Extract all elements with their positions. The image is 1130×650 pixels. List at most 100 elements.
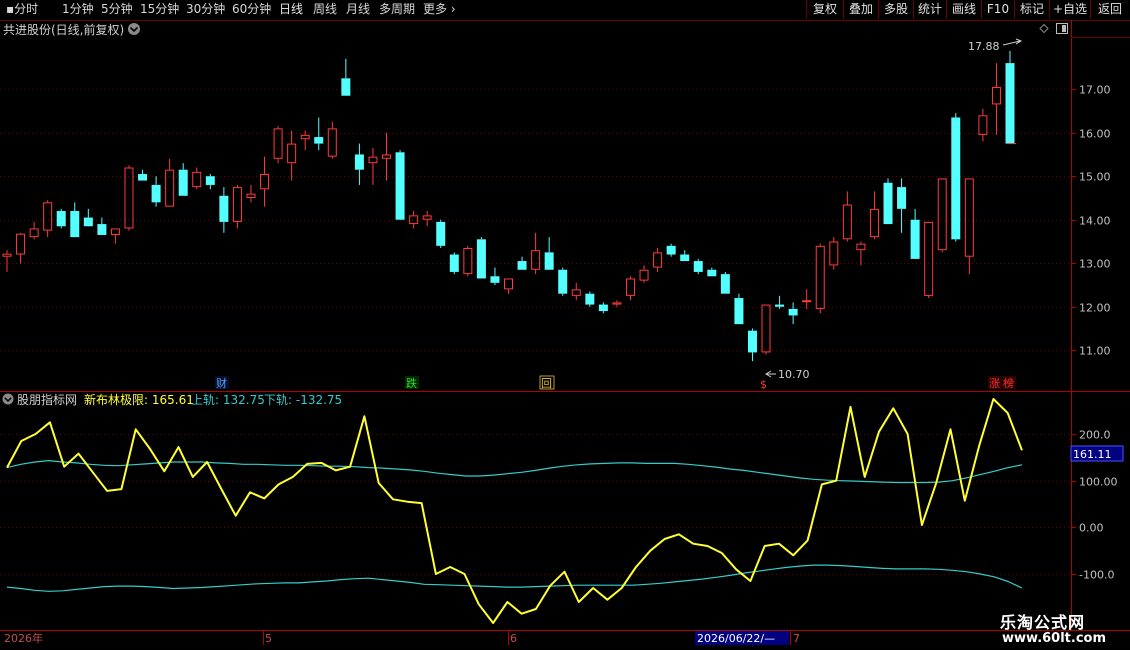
indicator-tick-label: 200.0	[1079, 429, 1111, 442]
indicator-tick-label: 100.00	[1079, 476, 1118, 489]
candle	[924, 221, 934, 299]
candle	[910, 208, 920, 259]
candle	[260, 156, 270, 207]
svg-text:161.11: 161.11	[1073, 448, 1112, 461]
indicator-line	[6, 398, 1023, 624]
cursor-date-label: 2026/06/22/—	[697, 632, 775, 645]
candle	[43, 200, 53, 238]
candle-body	[409, 215, 419, 225]
price-tick-label: 12.00	[1079, 302, 1111, 315]
candle	[720, 271, 730, 294]
window-toggle-icon[interactable]	[1056, 23, 1068, 34]
event-marker-dollar[interactable]: $	[760, 378, 767, 391]
candle	[300, 130, 310, 151]
candle	[883, 178, 893, 225]
candle-body	[680, 254, 690, 262]
candle-body	[436, 221, 446, 246]
candlestick-series	[2, 50, 1016, 362]
candle-body	[178, 169, 188, 196]
candle-body	[490, 276, 500, 283]
time-axis: 2026年 5 6 2026/06/22/— 7	[4, 631, 800, 645]
candle-body	[16, 233, 26, 255]
candle	[476, 237, 486, 279]
candle-body	[666, 245, 676, 255]
candle-body	[897, 187, 907, 209]
candle-body	[124, 167, 134, 229]
stock-chart[interactable]: 共进股份(日线,前复权) 17.00 16.00 15.00 14.00 13.00 12…	[0, 0, 1130, 650]
candle	[449, 252, 459, 275]
candle-body	[368, 156, 378, 164]
event-marker-buyback[interactable]: 回	[539, 375, 555, 390]
candle	[747, 328, 757, 362]
candle	[802, 289, 812, 309]
candle-body	[354, 154, 364, 170]
candle	[29, 221, 39, 240]
candle	[775, 295, 785, 309]
candle	[653, 248, 663, 272]
price-axis: 17.00 16.00 15.00 14.00 13.00 12.00 11.00	[1071, 84, 1111, 358]
candle-body	[829, 241, 839, 266]
candle-body	[110, 228, 120, 235]
candle	[829, 237, 839, 270]
candle	[666, 243, 676, 257]
candle	[382, 132, 392, 181]
candle	[517, 256, 527, 270]
indicator-menu-icon[interactable]	[2, 393, 14, 405]
candle-body	[775, 304, 785, 307]
candle	[761, 304, 771, 355]
candle-body	[978, 115, 988, 135]
candle-body	[883, 182, 893, 225]
candle-body	[192, 171, 202, 188]
candle-body	[2, 253, 12, 257]
candle	[856, 241, 866, 266]
svg-text:涨: 涨	[989, 377, 1000, 390]
candle-body	[219, 195, 229, 222]
price-tick-label: 14.00	[1079, 215, 1111, 228]
candle	[2, 250, 12, 272]
candle	[585, 291, 595, 307]
time-label-year: 2026年	[4, 631, 43, 645]
candle	[1005, 50, 1015, 144]
candle-body	[869, 208, 879, 238]
candle-body	[29, 228, 39, 238]
title-dropdown-icon[interactable]	[128, 23, 140, 35]
price-tick-label: 17.00	[1079, 84, 1111, 97]
event-marker-drop[interactable]: 跌	[405, 376, 419, 390]
candle-body	[734, 298, 744, 325]
candle-body	[165, 169, 175, 207]
candle	[395, 150, 405, 220]
candle-body	[612, 302, 622, 305]
event-marker-limit-board[interactable]: 涨 榜	[988, 376, 1016, 390]
candle-body	[761, 304, 771, 353]
price-tick-label: 11.00	[1079, 345, 1111, 358]
candle-body	[693, 261, 703, 272]
candle-body	[571, 289, 581, 296]
candle	[192, 167, 202, 190]
low-arrow-icon	[765, 370, 776, 378]
candle	[598, 302, 608, 314]
candle	[707, 267, 717, 277]
candle	[612, 300, 622, 307]
candle-body	[707, 269, 717, 277]
candle-body	[395, 152, 405, 220]
bollinger-bands	[6, 460, 1023, 592]
event-marker-finance[interactable]: 财	[215, 376, 229, 390]
indicator-value-label: 新布林极限: 165.61	[84, 392, 194, 407]
upper-band-label: 上轨: 132.75	[191, 393, 265, 407]
candle	[151, 176, 161, 207]
candle	[409, 211, 419, 229]
diamond-icon[interactable]	[1039, 23, 1049, 34]
candle-body	[558, 269, 568, 294]
candle	[232, 184, 242, 229]
candle	[815, 243, 825, 314]
candle	[327, 121, 337, 159]
candle-body	[422, 215, 432, 220]
candle-body	[70, 211, 80, 238]
candle	[625, 276, 635, 301]
candle-body	[598, 304, 608, 312]
candle-body	[504, 278, 513, 290]
candle-body	[56, 211, 66, 227]
candle-body	[43, 202, 53, 231]
candle	[436, 219, 446, 249]
svg-text:财: 财	[216, 376, 227, 390]
